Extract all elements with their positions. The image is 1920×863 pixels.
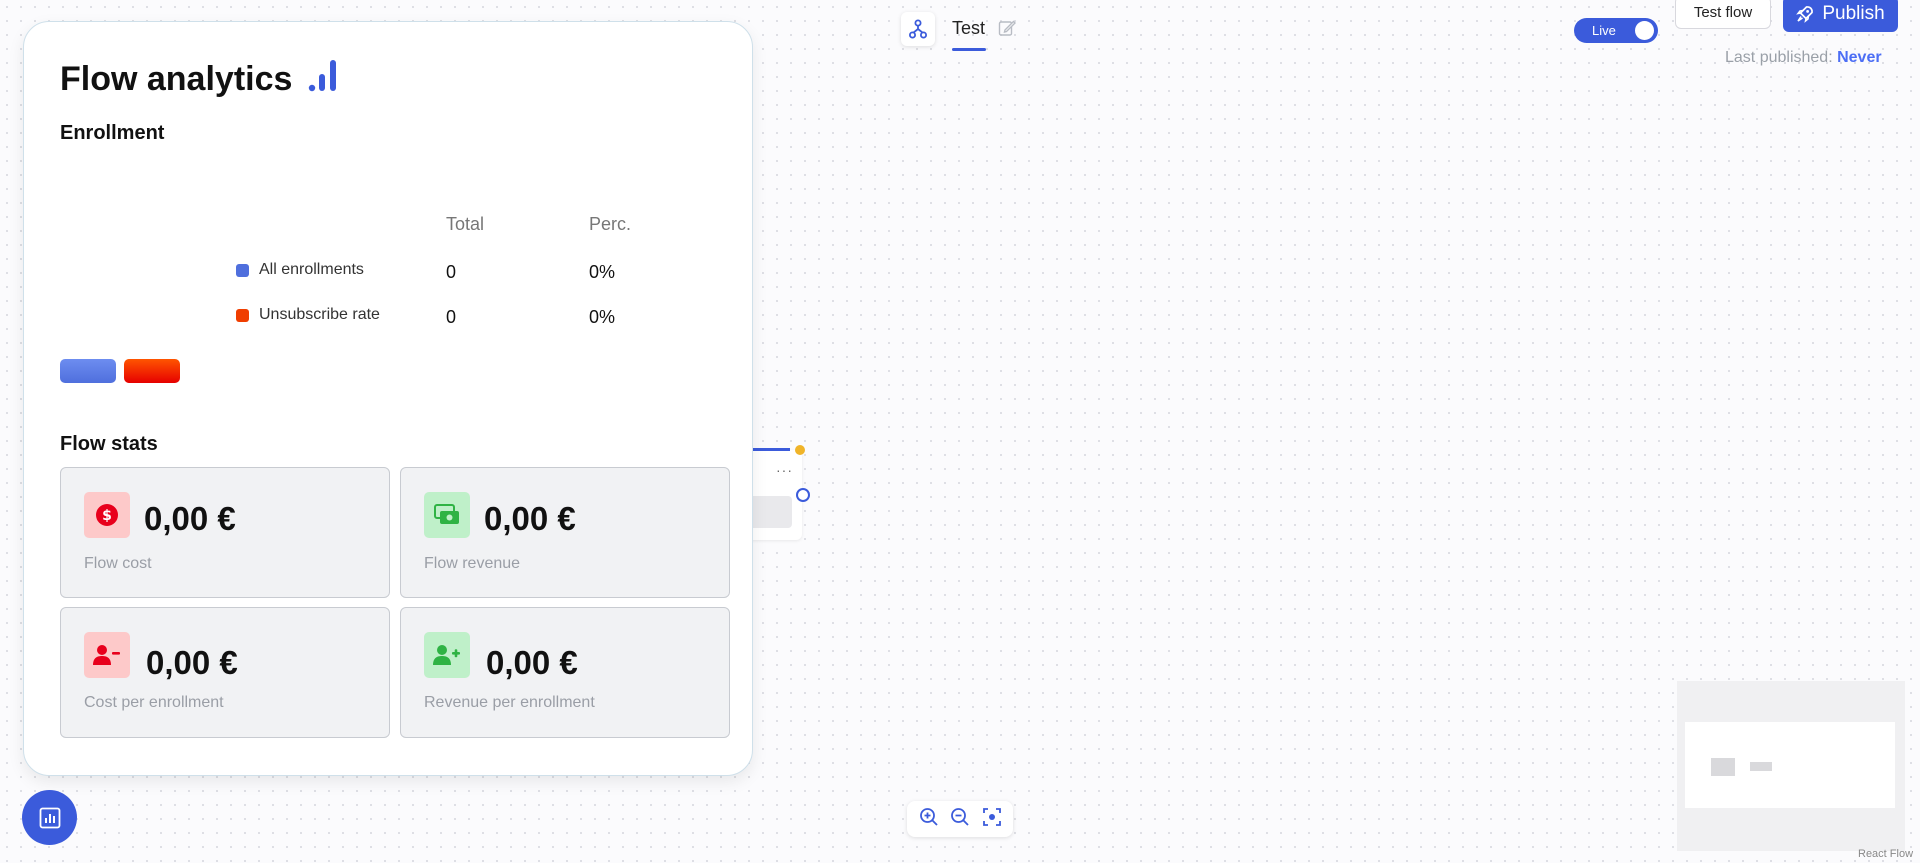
unsubscribe-total: 0 bbox=[446, 307, 457, 327]
revenue-per-enrollment-icon-tile bbox=[424, 632, 470, 678]
flow-tree-icon bbox=[909, 19, 927, 39]
minimap-node bbox=[1711, 758, 1735, 776]
flow-structure-button[interactable] bbox=[901, 12, 935, 46]
user-minus-icon bbox=[93, 645, 120, 665]
publish-label: Publish bbox=[1822, 3, 1885, 24]
cost-per-enrollment-icon-tile bbox=[84, 632, 130, 678]
active-tab-underline bbox=[952, 48, 986, 51]
stat-card-flow-cost: $ 0,00 € Flow cost bbox=[60, 467, 390, 598]
chart-report-icon bbox=[39, 807, 60, 828]
enrollments-total: 0 bbox=[446, 262, 457, 282]
last-published-label: Last published: bbox=[1725, 49, 1833, 66]
stat-card-flow-revenue: 0,00 € Flow revenue bbox=[400, 467, 730, 598]
node-output-handle[interactable] bbox=[796, 488, 810, 502]
flow-cost-icon-tile: $ bbox=[84, 492, 130, 538]
node-input-handle[interactable] bbox=[795, 445, 805, 455]
legend-color-blue bbox=[236, 263, 249, 277]
stat-label: Cost per enrollment bbox=[84, 694, 224, 711]
stat-value: 0,00 € bbox=[146, 644, 238, 681]
enrollment-heading: Enrollment bbox=[60, 122, 165, 144]
live-toggle[interactable]: Live bbox=[1574, 18, 1658, 43]
stat-card-cost-per-enrollment: 0,00 € Cost per enrollment bbox=[60, 607, 390, 738]
column-header-perc: Perc. bbox=[589, 214, 632, 234]
test-flow-button[interactable]: Test flow bbox=[1675, 0, 1771, 29]
analytics-toggle-button[interactable] bbox=[22, 790, 77, 845]
fit-view-button[interactable] bbox=[982, 807, 1002, 832]
unsubscribe-bar bbox=[124, 359, 180, 383]
legend-label: Unsubscribe rate bbox=[259, 306, 380, 323]
enrollments-bar bbox=[60, 359, 116, 383]
publish-button[interactable]: Publish bbox=[1783, 0, 1898, 32]
last-published-info: Last published: Never bbox=[1725, 49, 1882, 67]
zoom-controls bbox=[907, 801, 1013, 837]
react-flow-attribution[interactable]: React Flow bbox=[1858, 848, 1913, 860]
live-toggle-label: Live bbox=[1592, 23, 1616, 38]
stat-value: 0,00 € bbox=[144, 500, 236, 537]
legend-color-red bbox=[236, 308, 249, 322]
unsubscribe-perc: 0% bbox=[589, 307, 616, 327]
stat-label: Revenue per enrollment bbox=[424, 694, 595, 711]
zoom-in-button[interactable] bbox=[919, 807, 939, 832]
stat-value: 0,00 € bbox=[486, 644, 578, 681]
legend-label: All enrollments bbox=[259, 261, 364, 278]
dollar-coin-icon: $ bbox=[96, 504, 118, 526]
zoom-in-icon bbox=[919, 807, 938, 826]
legend-unsubscribe-rate: Unsubscribe rate bbox=[236, 306, 380, 324]
stat-label: Flow cost bbox=[84, 555, 152, 572]
stat-label: Flow revenue bbox=[424, 555, 521, 572]
legend-all-enrollments: All enrollments bbox=[236, 261, 364, 279]
rocket-icon bbox=[1796, 6, 1814, 23]
svg-text:$: $ bbox=[102, 508, 112, 524]
toggle-knob bbox=[1635, 21, 1654, 40]
minimap-node bbox=[1750, 762, 1772, 771]
panel-title: Flow analytics bbox=[60, 60, 293, 98]
node-menu-button[interactable]: ··· bbox=[776, 462, 793, 478]
column-header-total: Total bbox=[446, 214, 485, 234]
cash-icon bbox=[434, 504, 459, 524]
enrollments-perc: 0% bbox=[589, 262, 616, 282]
flow-revenue-icon-tile bbox=[424, 492, 470, 538]
stat-card-revenue-per-enrollment: 0,00 € Revenue per enrollment bbox=[400, 607, 730, 738]
user-plus-icon bbox=[433, 645, 460, 665]
stat-value: 0,00 € bbox=[484, 500, 576, 537]
flow-stats-heading: Flow stats bbox=[60, 433, 158, 455]
flow-name-tab[interactable]: Test bbox=[952, 18, 985, 39]
signal-bars-icon bbox=[308, 58, 342, 99]
edit-name-button[interactable] bbox=[998, 19, 1016, 42]
zoom-out-button[interactable] bbox=[950, 807, 970, 832]
pencil-icon bbox=[998, 20, 1016, 36]
last-published-value: Never bbox=[1837, 49, 1882, 66]
focus-frame-icon bbox=[982, 807, 1001, 826]
zoom-out-icon bbox=[951, 807, 969, 826]
